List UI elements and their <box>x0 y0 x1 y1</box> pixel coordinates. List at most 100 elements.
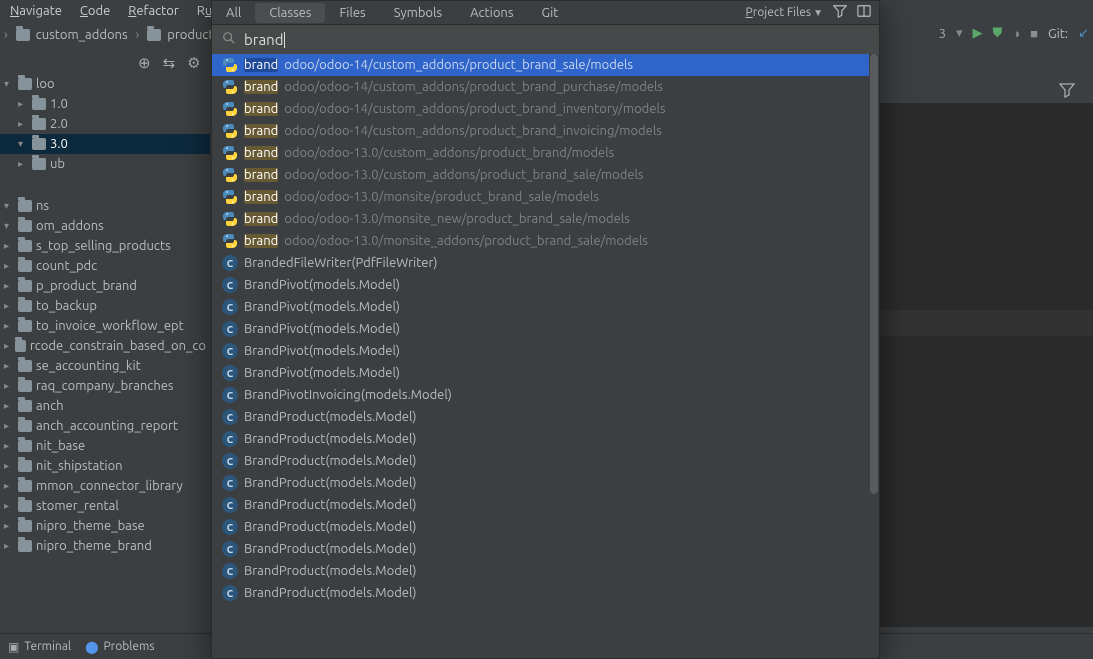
filter-icon[interactable] <box>833 4 847 21</box>
search-result-row[interactable]: CBrandProduct(models.Model) <box>212 516 879 538</box>
project-tree[interactable]: ▾loo ▸1.0 ▸2.0 ▾3.0 ▸ub ▾ns▾om_addons▸s_… <box>0 74 210 627</box>
tree-item[interactable]: ▸nit_base <box>0 436 210 456</box>
menu-code[interactable]: Code <box>80 4 110 18</box>
tree-item[interactable]: ▸raq_company_branches <box>0 376 210 396</box>
tree-item[interactable]: ▸count_pdc <box>0 256 210 276</box>
search-result-row[interactable]: brandodoo/odoo-13.0/custom_addons/produc… <box>212 142 879 164</box>
stop-icon[interactable]: ■ <box>1030 26 1038 41</box>
tree-item[interactable]: ▸nipro_theme_base <box>0 516 210 536</box>
tree-item[interactable]: ▾ns <box>0 196 210 216</box>
terminal-tool-button[interactable]: ▣Terminal <box>8 640 71 654</box>
tab-symbols[interactable]: Symbols <box>380 3 456 23</box>
search-result-row[interactable]: CBrandedFileWriter(PdfFileWriter) <box>212 252 879 274</box>
menu-refactor[interactable]: Refactor <box>128 4 179 18</box>
search-result-row[interactable]: CBrandPivotInvoicing(models.Model) <box>212 384 879 406</box>
search-result-row[interactable]: brandodoo/odoo-14/custom_addons/product_… <box>212 98 879 120</box>
search-result-row[interactable]: CBrandProduct(models.Model) <box>212 582 879 604</box>
tree-item[interactable]: ▾om_addons <box>0 216 210 236</box>
search-icon <box>222 31 236 48</box>
folder-icon <box>32 158 46 170</box>
search-result-row[interactable]: brandodoo/odoo-14/custom_addons/product_… <box>212 120 879 142</box>
menu-navigate[interactable]: Navigate <box>10 4 62 18</box>
terminal-icon: ▣ <box>8 640 19 654</box>
search-result-row[interactable]: CBrandProduct(models.Model) <box>212 428 879 450</box>
expand-icon[interactable]: ⇆ <box>163 54 176 72</box>
tree-item[interactable]: ▸2.0 <box>0 114 210 134</box>
search-result-row[interactable]: brandodoo/odoo-13.0/monsite_addons/produ… <box>212 230 879 252</box>
target-icon[interactable]: ⊕ <box>138 54 151 72</box>
text-caret <box>284 32 285 48</box>
coverage-icon[interactable]: ◑ <box>1012 26 1020 41</box>
search-result-row[interactable]: CBrandPivot(models.Model) <box>212 296 879 318</box>
scrollbar-thumb[interactable] <box>870 54 878 494</box>
search-result-row[interactable]: CBrandProduct(models.Model) <box>212 560 879 582</box>
search-result-row[interactable]: brandodoo/odoo-13.0/monsite/product_bran… <box>212 186 879 208</box>
tree-item[interactable]: ▸se_accounting_kit <box>0 356 210 376</box>
search-result-row[interactable]: CBrandPivot(models.Model) <box>212 362 879 384</box>
search-result-row[interactable]: CBrandPivot(models.Model) <box>212 274 879 296</box>
python-file-icon <box>222 101 238 117</box>
search-result-row[interactable]: CBrandProduct(models.Model) <box>212 406 879 428</box>
tree-item[interactable]: ▸rcode_constrain_based_on_co <box>0 336 210 356</box>
run-config-arrow[interactable]: 3 <box>939 27 946 41</box>
run-toolbar: 3 ▾ ▶ ⛊ ◑ ■ Git: ↙ <box>939 26 1089 41</box>
open-in-tool-window-icon[interactable] <box>857 4 871 21</box>
search-result-row[interactable]: CBrandProduct(models.Model) <box>212 538 879 560</box>
debug-bug-icon[interactable]: ⛊ <box>993 26 1003 41</box>
search-result-row[interactable]: brandodoo/odoo-13.0/monsite_new/product_… <box>212 208 879 230</box>
folder-icon <box>18 480 32 492</box>
search-result-row[interactable]: brandodoo/odoo-14/custom_addons/product_… <box>212 76 879 98</box>
folder-icon <box>18 360 32 372</box>
class-icon: C <box>222 453 238 469</box>
results-scrollbar[interactable] <box>869 54 879 658</box>
tree-item[interactable]: ▸1.0 <box>0 94 210 114</box>
class-icon: C <box>222 343 238 359</box>
run-play-icon[interactable]: ▶ <box>973 26 983 41</box>
tree-item[interactable]: ▸s_top_selling_products <box>0 236 210 256</box>
folder-icon <box>18 460 32 472</box>
git-update-icon[interactable]: ↙ <box>1078 26 1089 41</box>
folder-icon <box>32 118 46 130</box>
search-result-row[interactable]: CBrandPivot(models.Model) <box>212 340 879 362</box>
search-result-row[interactable]: CBrandProduct(models.Model) <box>212 494 879 516</box>
tree-item[interactable]: ▸ub <box>0 154 210 174</box>
breadcrumb-item[interactable]: custom_addons <box>12 26 132 44</box>
tab-actions[interactable]: Actions <box>456 3 527 23</box>
tree-item[interactable]: ▸p_product_brand <box>0 276 210 296</box>
tab-git[interactable]: Git <box>528 3 573 23</box>
filter-icon[interactable] <box>1059 82 1075 98</box>
class-icon: C <box>222 365 238 381</box>
tab-files[interactable]: Files <box>325 3 379 23</box>
folder-icon <box>18 260 32 272</box>
tree-item[interactable]: ▾loo <box>0 74 210 94</box>
tree-item[interactable]: ▸anch_accounting_report <box>0 416 210 436</box>
tree-item[interactable]: ▸anch <box>0 396 210 416</box>
class-icon: C <box>222 519 238 535</box>
folder-icon <box>18 520 32 532</box>
class-icon: C <box>222 475 238 491</box>
dropdown-arrow-icon[interactable]: ▾ <box>956 26 963 41</box>
tree-item[interactable]: ▸to_backup <box>0 296 210 316</box>
scope-dropdown[interactable]: Project Files▼ <box>746 6 823 19</box>
tree-item[interactable]: ▸nipro_theme_brand <box>0 536 210 556</box>
python-file-icon <box>222 79 238 95</box>
search-result-row[interactable]: CBrandProduct(models.Model) <box>212 472 879 494</box>
tree-item[interactable]: ▸stomer_rental <box>0 496 210 516</box>
gear-icon[interactable]: ⚙ <box>187 54 200 72</box>
tree-item[interactable]: ▸nit_shipstation <box>0 456 210 476</box>
tree-item[interactable]: ▸to_invoice_workflow_ept <box>0 316 210 336</box>
search-result-row[interactable]: brandodoo/odoo-14/custom_addons/product_… <box>212 54 879 76</box>
class-icon: C <box>222 497 238 513</box>
tab-all[interactable]: All <box>212 3 255 23</box>
tree-item[interactable]: ▾3.0 <box>0 134 210 154</box>
class-icon: C <box>222 299 238 315</box>
tree-item[interactable]: ▸mmon_connector_library <box>0 476 210 496</box>
class-icon: C <box>222 321 238 337</box>
problems-tool-button[interactable]: ⬤Problems <box>85 640 155 654</box>
search-result-row[interactable]: brandodoo/odoo-13.0/custom_addons/produc… <box>212 164 879 186</box>
search-result-row[interactable]: CBrandProduct(models.Model) <box>212 450 879 472</box>
search-results[interactable]: brandodoo/odoo-14/custom_addons/product_… <box>212 54 879 658</box>
search-result-row[interactable]: CBrandPivot(models.Model) <box>212 318 879 340</box>
search-input[interactable]: brand <box>244 31 284 48</box>
tab-classes[interactable]: Classes <box>255 3 325 23</box>
